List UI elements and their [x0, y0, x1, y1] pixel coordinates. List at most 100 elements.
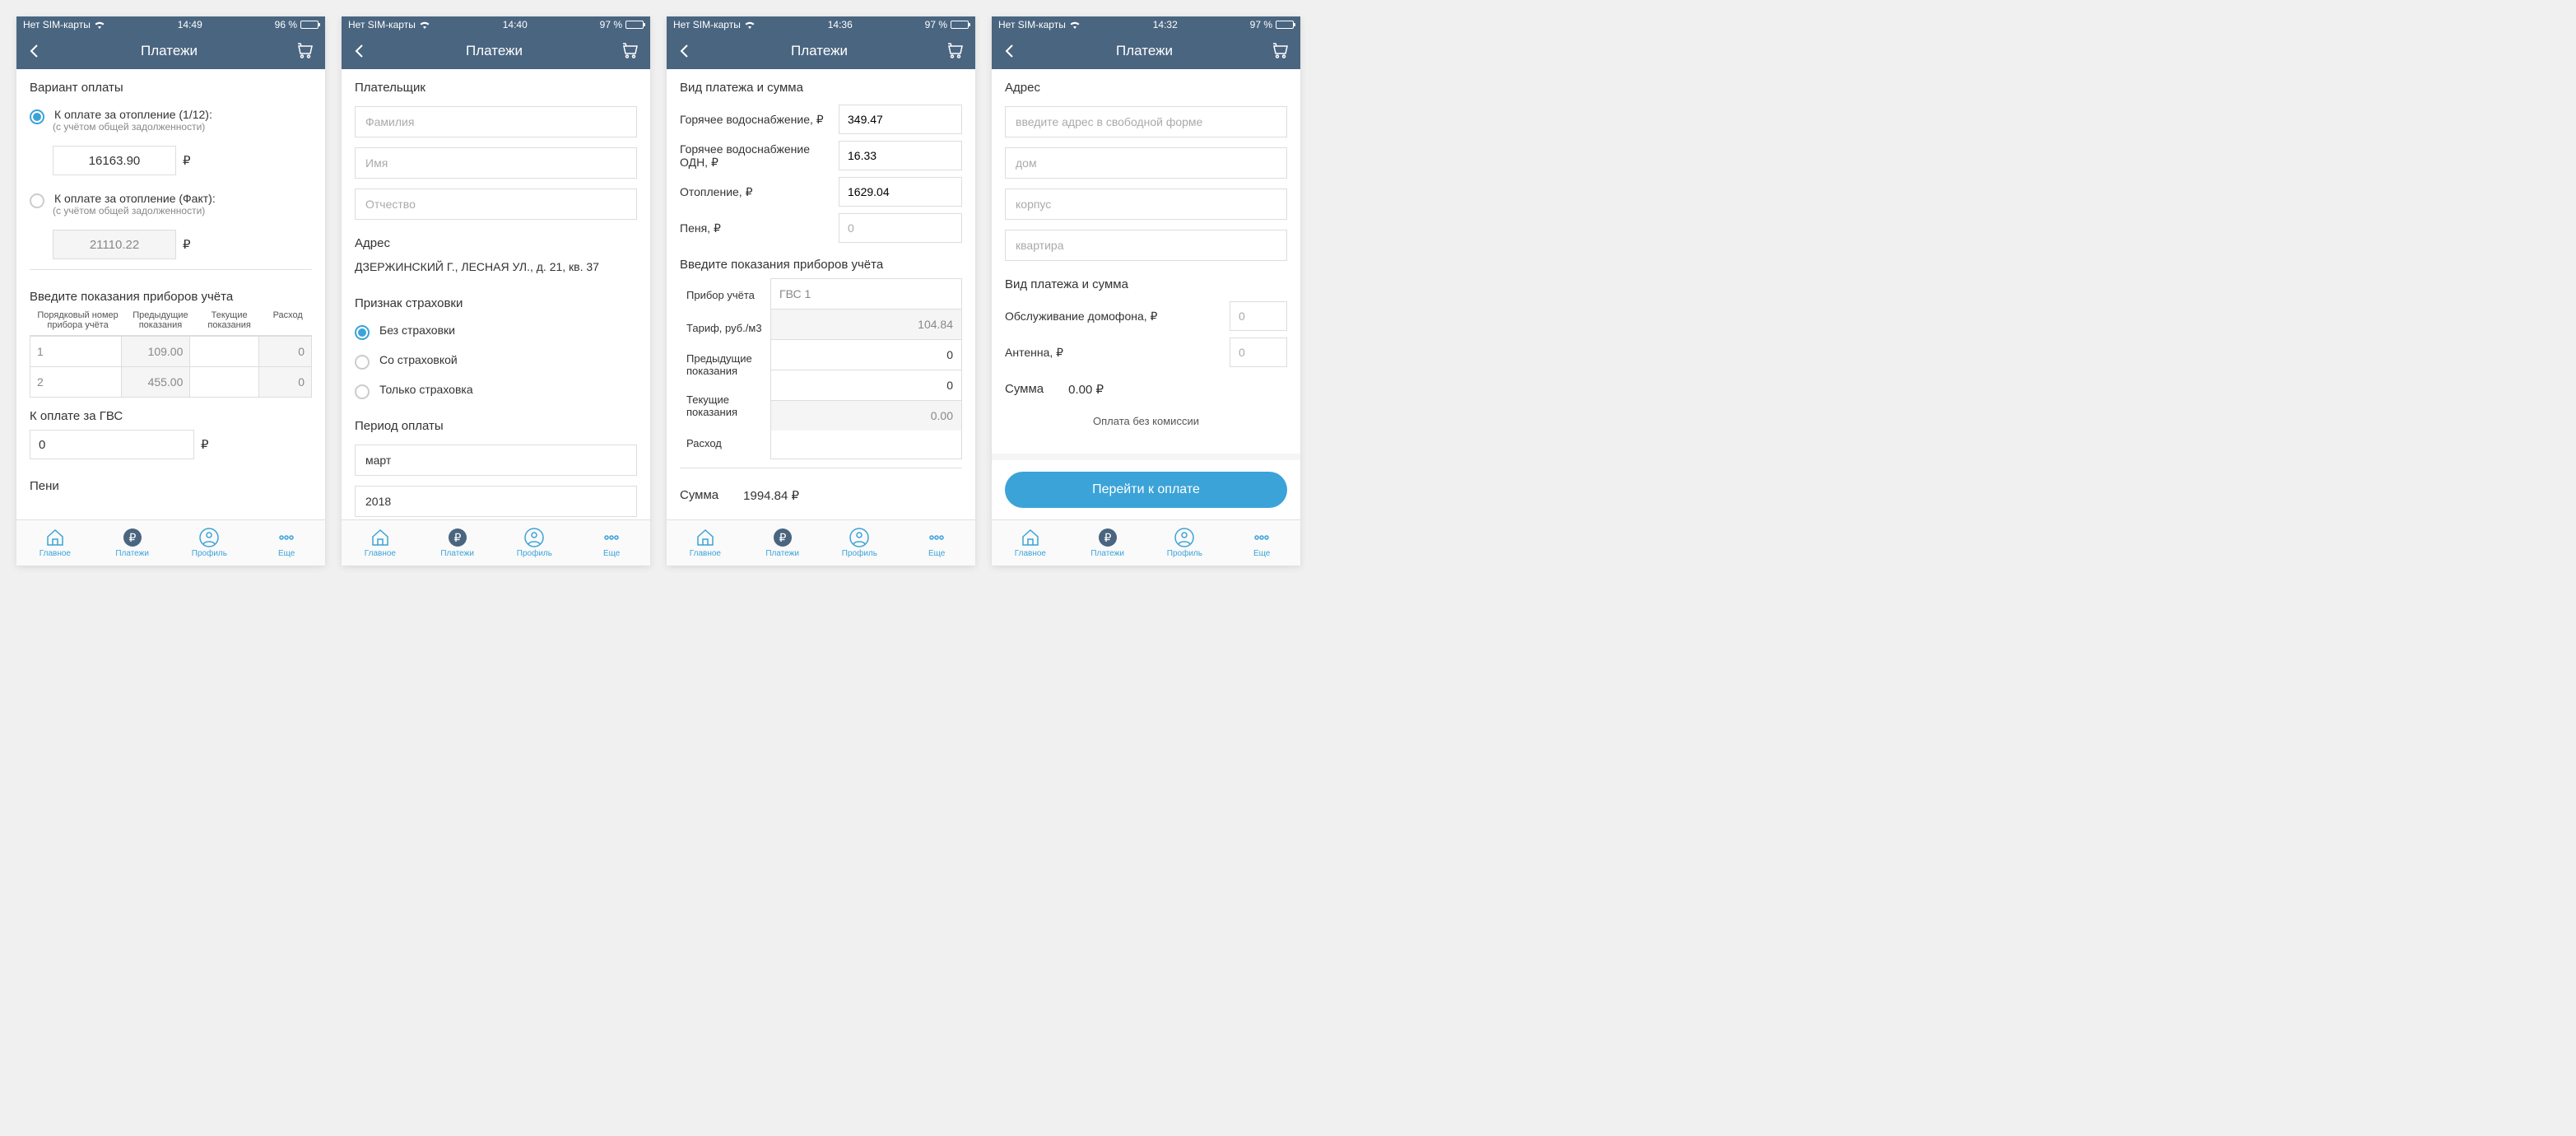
- penalty-input[interactable]: [839, 213, 962, 243]
- home-icon: [1021, 528, 1040, 547]
- amount-1-input[interactable]: [53, 146, 176, 175]
- screen-4: Нет SIM-карты 14:32 97 % Платежи Адрес В…: [992, 16, 1300, 566]
- tab-profile[interactable]: Профиль: [171, 520, 249, 566]
- screen-2: Нет SIM-карты 14:40 97 % Платежи Платель…: [342, 16, 650, 566]
- radio-icon: [355, 325, 370, 340]
- meter-device-value[interactable]: ГВС 1: [771, 279, 961, 310]
- clock: 14:49: [178, 19, 202, 30]
- sim-status: Нет SIM-карты: [998, 19, 1066, 30]
- clock: 14:32: [1153, 19, 1178, 30]
- content: Вид платежа и сумма Горячее водоснабжени…: [667, 69, 975, 519]
- item-intercom: Обслуживание домофона, ₽: [992, 298, 1300, 334]
- hot-water-odn-input[interactable]: [839, 141, 962, 170]
- radio-icon: [355, 384, 370, 399]
- tariff-value: 104.84: [771, 310, 961, 340]
- proceed-button[interactable]: Перейти к оплате: [1005, 472, 1287, 508]
- back-button[interactable]: [1002, 43, 1018, 59]
- no-commission: Оплата без комиссии: [992, 408, 1300, 439]
- heating-input[interactable]: [839, 177, 962, 207]
- current-reading-input[interactable]: [190, 337, 259, 366]
- cart-icon[interactable]: [1271, 41, 1290, 61]
- tab-home[interactable]: Главное: [992, 520, 1069, 566]
- tab-profile[interactable]: Профиль: [821, 520, 899, 566]
- tab-more[interactable]: Еще: [573, 520, 650, 566]
- tab-more[interactable]: Еще: [248, 520, 325, 566]
- gvs-input[interactable]: [30, 430, 194, 459]
- tab-profile[interactable]: Профиль: [496, 520, 574, 566]
- nav-bar: Платежи: [16, 33, 325, 69]
- patronymic-input[interactable]: [355, 189, 637, 220]
- tabbar: Главное ₽Платежи Профиль Еще: [667, 519, 975, 566]
- profile-icon: [524, 528, 544, 547]
- address-title: Адрес: [342, 225, 650, 257]
- hot-water-input[interactable]: [839, 105, 962, 134]
- tabbar: Главное ₽ Платежи Профиль Еще: [16, 519, 325, 566]
- meters-title: Введите показания приборов учёта: [667, 246, 975, 278]
- meters-title: Введите показания приборов учёта: [16, 278, 325, 310]
- prev-reading-input[interactable]: 0: [771, 340, 961, 370]
- tab-home[interactable]: Главное: [667, 520, 744, 566]
- home-icon: [45, 528, 65, 547]
- home-icon: [695, 528, 715, 547]
- battery-pct: 96 %: [275, 19, 297, 30]
- insurance-with[interactable]: Со страховкой: [342, 342, 650, 371]
- insurance-title: Признак страховки: [342, 285, 650, 317]
- wifi-icon: [94, 21, 105, 29]
- payment-type-title: Вид платежа и сумма: [992, 266, 1300, 298]
- table-row: 1 109.00 0: [30, 336, 311, 366]
- cart-icon[interactable]: [946, 41, 965, 61]
- cart-icon[interactable]: [621, 41, 640, 61]
- back-button[interactable]: [26, 43, 43, 59]
- insurance-only[interactable]: Только страховка: [342, 371, 650, 407]
- wifi-icon: [419, 21, 430, 29]
- tabbar: Главное ₽Платежи Профиль Еще: [342, 519, 650, 566]
- cur-reading-input[interactable]: 0: [771, 370, 961, 401]
- tab-home[interactable]: Главное: [342, 520, 419, 566]
- insurance-none[interactable]: Без страховки: [342, 317, 650, 342]
- tab-more[interactable]: Еще: [898, 520, 975, 566]
- section-gap: [992, 454, 1300, 460]
- item-hot-water: Горячее водоснабжение, ₽: [667, 101, 975, 137]
- tab-payments[interactable]: ₽ Платежи: [94, 520, 171, 566]
- payments-icon: ₽: [448, 528, 467, 547]
- period-year-input[interactable]: [355, 486, 637, 517]
- tab-profile[interactable]: Профиль: [1146, 520, 1224, 566]
- status-bar: Нет SIM-карты 14:40 97 %: [342, 16, 650, 33]
- cart-icon[interactable]: [295, 41, 315, 61]
- gvs-title: К оплате за ГВС: [16, 398, 325, 430]
- surname-input[interactable]: [355, 106, 637, 137]
- address-input[interactable]: [1005, 106, 1287, 137]
- period-month-input[interactable]: [355, 445, 637, 476]
- tab-payments[interactable]: ₽Платежи: [419, 520, 496, 566]
- antenna-input[interactable]: [1230, 338, 1287, 367]
- house-input[interactable]: [1005, 147, 1287, 179]
- period-title: Период оплаты: [342, 407, 650, 440]
- sim-status: Нет SIM-карты: [348, 19, 416, 30]
- profile-icon: [199, 528, 219, 547]
- name-input[interactable]: [355, 147, 637, 179]
- ruble-icon: ₽: [183, 153, 191, 168]
- back-button[interactable]: [677, 43, 693, 59]
- intercom-input[interactable]: [1230, 301, 1287, 331]
- flat-input[interactable]: [1005, 230, 1287, 261]
- more-icon: [277, 528, 296, 547]
- sim-status: Нет SIM-карты: [23, 19, 91, 30]
- back-button[interactable]: [351, 43, 368, 59]
- current-reading-input[interactable]: [190, 367, 259, 397]
- screen-1: Нет SIM-карты 14:49 96 % Платежи Вариант…: [16, 16, 325, 566]
- item-hot-water-odn: Горячее водоснабжение ОДН, ₽: [667, 137, 975, 174]
- tab-home[interactable]: Главное: [16, 520, 94, 566]
- tab-payments[interactable]: ₽Платежи: [1069, 520, 1146, 566]
- item-antenna: Антенна, ₽: [992, 334, 1300, 370]
- svg-text:₽: ₽: [128, 531, 136, 544]
- sum-row: Сумма 1994.84 ₽: [667, 477, 975, 514]
- content: Адрес Вид платежа и сумма Обслуживание д…: [992, 69, 1300, 519]
- peni-title: Пени: [16, 468, 325, 500]
- nav-bar: Платежи: [342, 33, 650, 69]
- tab-more[interactable]: Еще: [1223, 520, 1300, 566]
- tab-payments[interactable]: ₽Платежи: [744, 520, 821, 566]
- home-icon: [370, 528, 390, 547]
- nav-bar: Платежи: [667, 33, 975, 69]
- block-input[interactable]: [1005, 189, 1287, 220]
- more-icon: [1252, 528, 1272, 547]
